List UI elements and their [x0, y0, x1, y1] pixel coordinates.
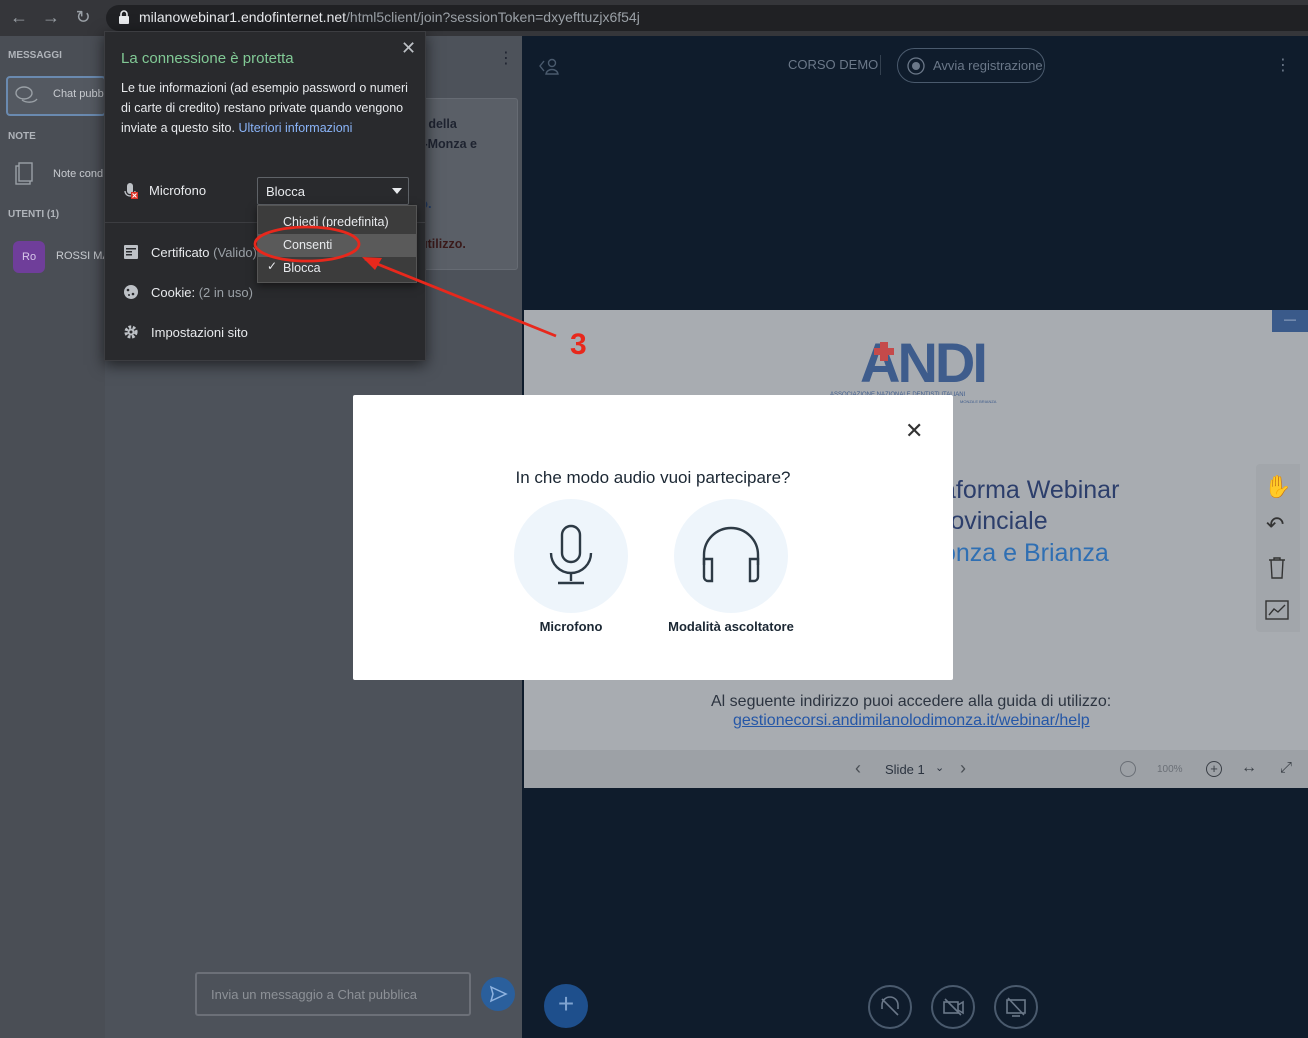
highlight-ellipse — [253, 225, 361, 263]
annotation-arrow-line — [364, 257, 557, 338]
step-number: 3 — [570, 328, 587, 361]
tutorial-annotation — [253, 225, 557, 338]
